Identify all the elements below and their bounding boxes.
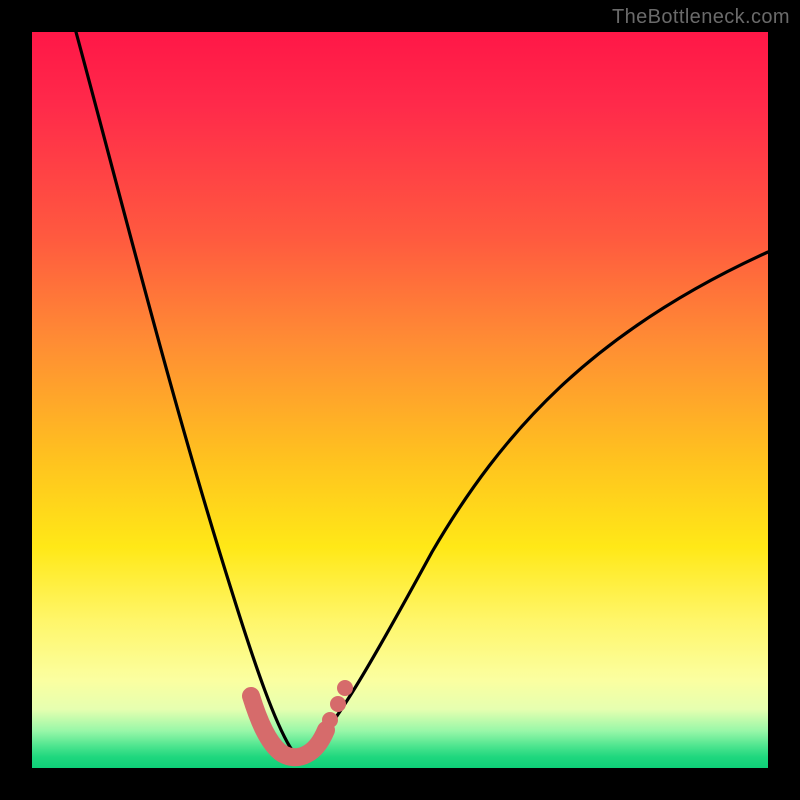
valley-marker bbox=[251, 696, 326, 757]
marker-dot bbox=[330, 696, 346, 712]
watermark-text: TheBottleneck.com bbox=[612, 6, 790, 29]
chart-frame: TheBottleneck.com bbox=[0, 0, 800, 800]
marker-dot bbox=[337, 680, 353, 696]
marker-dot bbox=[322, 712, 338, 728]
chart-curves bbox=[32, 32, 768, 768]
bottleneck-curve bbox=[76, 32, 768, 755]
